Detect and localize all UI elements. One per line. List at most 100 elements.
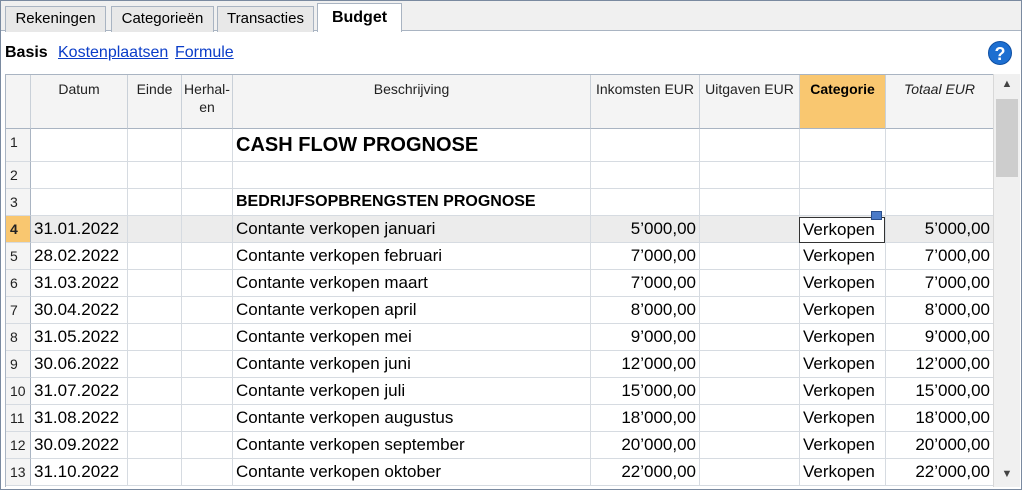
- cell-datum[interactable]: 30.06.2022: [31, 351, 128, 378]
- table-row[interactable]: 8 31.05.2022 Contante verkopen mei 9’000,00…: [6, 324, 993, 351]
- cell-einde[interactable]: [128, 297, 182, 324]
- cell-categorie[interactable]: Verkopen: [800, 324, 886, 351]
- categorie-editor[interactable]: Verkopen: [799, 217, 885, 243]
- cell-einde[interactable]: [128, 270, 182, 297]
- cell-inkomsten[interactable]: 15’000,00: [591, 378, 700, 405]
- cell-einde[interactable]: [128, 324, 182, 351]
- cell-categorie[interactable]: Verkopen: [800, 297, 886, 324]
- cell-einde[interactable]: [128, 162, 182, 189]
- tab-rekeningen[interactable]: Rekeningen: [5, 6, 106, 32]
- header-inkomsten[interactable]: Inkomsten EUR: [591, 75, 700, 129]
- cell-uitgaven[interactable]: [700, 129, 800, 162]
- cell-beschrijving[interactable]: Contante verkopen februari: [233, 243, 591, 270]
- cell-herhalen[interactable]: [182, 297, 233, 324]
- header-categorie[interactable]: Categorie: [800, 75, 886, 129]
- cell-inkomsten[interactable]: 8’000,00: [591, 297, 700, 324]
- cell-categorie[interactable]: Verkopen: [800, 378, 886, 405]
- row-number[interactable]: 13: [6, 459, 31, 486]
- scroll-up-arrow-icon[interactable]: ▲: [994, 74, 1020, 94]
- cell-herhalen[interactable]: [182, 162, 233, 189]
- row-number[interactable]: 1: [6, 129, 31, 162]
- header-uitgaven[interactable]: Uitgaven EUR: [700, 75, 800, 129]
- cell-datum[interactable]: 31.03.2022: [31, 270, 128, 297]
- tab-budget[interactable]: Budget: [317, 3, 402, 32]
- cell-totaal[interactable]: [886, 129, 993, 162]
- row-number[interactable]: 4: [6, 216, 31, 243]
- cell-beschrijving[interactable]: Contante verkopen augustus: [233, 405, 591, 432]
- row-number[interactable]: 7: [6, 297, 31, 324]
- cell-einde[interactable]: [128, 216, 182, 243]
- cell-herhalen[interactable]: [182, 351, 233, 378]
- cell-einde[interactable]: [128, 378, 182, 405]
- help-icon[interactable]: ?: [988, 41, 1012, 65]
- row-number[interactable]: 3: [6, 189, 31, 216]
- cell-datum[interactable]: 31.05.2022: [31, 324, 128, 351]
- cell-beschrijving[interactable]: [233, 162, 591, 189]
- cell-categorie[interactable]: Verkopen: [800, 243, 886, 270]
- header-beschrijving[interactable]: Beschrijving: [233, 75, 591, 129]
- cell-categorie[interactable]: [800, 162, 886, 189]
- cell-beschrijving[interactable]: Contante verkopen april: [233, 297, 591, 324]
- cell-herhalen[interactable]: [182, 405, 233, 432]
- cell-inkomsten[interactable]: [591, 129, 700, 162]
- cell-herhalen[interactable]: [182, 378, 233, 405]
- scroll-thumb[interactable]: [996, 99, 1018, 177]
- cell-datum[interactable]: 31.10.2022: [31, 459, 128, 486]
- cell-herhalen[interactable]: [182, 432, 233, 459]
- table-row[interactable]: 9 30.06.2022 Contante verkopen juni 12’000,…: [6, 351, 993, 378]
- cell-beschrijving[interactable]: BEDRIJFSOPBRENGSTEN PROGNOSE: [233, 189, 591, 216]
- cell-uitgaven[interactable]: [700, 378, 800, 405]
- cell-inkomsten[interactable]: 5’000,00: [591, 216, 700, 243]
- cell-totaal[interactable]: 5’000,00: [886, 216, 993, 243]
- cell-datum[interactable]: 30.04.2022: [31, 297, 128, 324]
- row-number[interactable]: 12: [6, 432, 31, 459]
- cell-einde[interactable]: [128, 432, 182, 459]
- header-einde[interactable]: Einde: [128, 75, 182, 129]
- cell-totaal[interactable]: 8’000,00: [886, 297, 993, 324]
- view-formule[interactable]: Formule: [175, 44, 234, 62]
- cell-einde[interactable]: [128, 405, 182, 432]
- cell-beschrijving[interactable]: Contante verkopen juli: [233, 378, 591, 405]
- cell-inkomsten[interactable]: [591, 162, 700, 189]
- cell-uitgaven[interactable]: [700, 432, 800, 459]
- cell-totaal[interactable]: 12’000,00: [886, 351, 993, 378]
- cell-beschrijving[interactable]: CASH FLOW PROGNOSE: [233, 129, 591, 162]
- cell-datum[interactable]: [31, 162, 128, 189]
- header-herhalen[interactable]: Herhal- en: [182, 75, 233, 129]
- cell-categorie[interactable]: Verkopen: [800, 405, 886, 432]
- table-row[interactable]: 13 31.10.2022 Contante verkopen oktober 22’…: [6, 459, 993, 486]
- header-datum[interactable]: Datum: [31, 75, 128, 129]
- cell-categorie[interactable]: [800, 129, 886, 162]
- row-number[interactable]: 8: [6, 324, 31, 351]
- cell-herhalen[interactable]: [182, 270, 233, 297]
- cell-uitgaven[interactable]: [700, 162, 800, 189]
- row-number[interactable]: 5: [6, 243, 31, 270]
- list-picker-icon[interactable]: [871, 211, 882, 220]
- cell-totaal[interactable]: 7’000,00: [886, 243, 993, 270]
- cell-inkomsten[interactable]: 18’000,00: [591, 405, 700, 432]
- scroll-down-arrow-icon[interactable]: ▼: [994, 464, 1020, 484]
- table-row[interactable]: 1 CASH FLOW PROGNOSE: [6, 129, 993, 162]
- cell-inkomsten[interactable]: [591, 189, 700, 216]
- cell-inkomsten[interactable]: 12’000,00: [591, 351, 700, 378]
- cell-totaal[interactable]: 22’000,00: [886, 459, 993, 486]
- table-row[interactable]: 11 31.08.2022 Contante verkopen augustus 18…: [6, 405, 993, 432]
- cell-categorie[interactable]: Verkopen: [800, 351, 886, 378]
- cell-categorie[interactable]: Verkopen: [800, 432, 886, 459]
- tab-categorieen[interactable]: Categorieën: [111, 6, 214, 32]
- cell-einde[interactable]: [128, 459, 182, 486]
- row-number[interactable]: 2: [6, 162, 31, 189]
- row-number[interactable]: 11: [6, 405, 31, 432]
- cell-totaal[interactable]: 18’000,00: [886, 405, 993, 432]
- cell-uitgaven[interactable]: [700, 351, 800, 378]
- cell-uitgaven[interactable]: [700, 297, 800, 324]
- cell-totaal[interactable]: 7’000,00: [886, 270, 993, 297]
- cell-einde[interactable]: [128, 351, 182, 378]
- cell-datum[interactable]: 28.02.2022: [31, 243, 128, 270]
- cell-uitgaven[interactable]: [700, 243, 800, 270]
- vertical-scrollbar[interactable]: ▲ ▼: [993, 74, 1020, 487]
- cell-herhalen[interactable]: [182, 243, 233, 270]
- tab-transacties[interactable]: Transacties: [217, 6, 314, 32]
- cell-herhalen[interactable]: [182, 129, 233, 162]
- header-totaal[interactable]: Totaal EUR: [886, 75, 993, 129]
